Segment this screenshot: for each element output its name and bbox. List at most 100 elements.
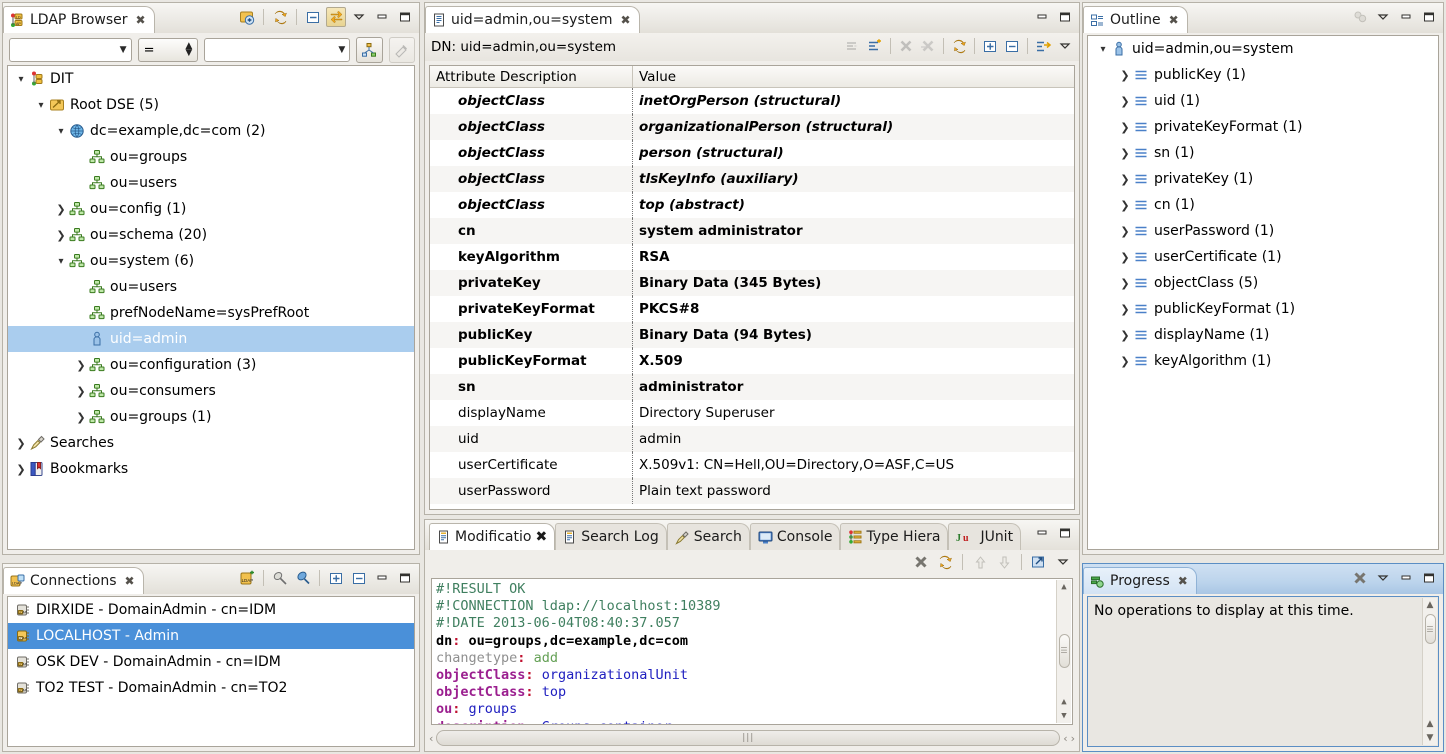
refresh-icon[interactable] [935,552,955,572]
ldif-log-text[interactable]: #!RESULT OK #!CONNECTION ldap://localhost… [431,578,1073,725]
table-row[interactable]: displayName Directory Superuser [430,400,1074,426]
filter-operator-spinner[interactable]: = ▲ ▼ [137,38,199,62]
chevron-right-icon[interactable] [14,463,28,476]
tab-ldap-browser[interactable]: LD AP LDAP Browser ✖ [3,6,155,33]
tree-item-ou-config-1[interactable]: ou=config (1) [8,196,414,222]
chevron-right-icon[interactable] [1118,95,1132,108]
close-icon[interactable]: ✖ [125,574,135,588]
chevron-right-icon[interactable] [1118,173,1132,186]
chevron-right-icon[interactable] [14,437,28,450]
tree-item-root-dse-5[interactable]: Root DSE (5) [8,92,414,118]
maximize-icon[interactable] [1055,523,1075,543]
tree-item-dc-example-dc-com-2[interactable]: dc=example,dc=com (2) [8,118,414,144]
tree-item-dit[interactable]: DIT [8,66,414,92]
table-row[interactable]: objectClass inetOrgPerson (structural) [430,88,1074,114]
collapse-all-icon[interactable] [1002,36,1022,56]
maximize-icon[interactable] [395,7,415,27]
chevron-right-icon[interactable] [1118,147,1132,160]
table-row[interactable]: publicKeyFormat X.509 [430,348,1074,374]
connect-icon[interactable] [293,568,313,588]
previous-icon[interactable] [970,552,990,572]
close-icon[interactable]: ✖ [535,529,547,545]
connection-item[interactable]: LDAP TO2 TEST - DomainAdmin - cn=TO2 [8,675,414,701]
scroll-up-step-icon[interactable]: ▲ [1061,695,1066,709]
minimize-icon[interactable] [1396,7,1416,27]
maximize-icon[interactable] [395,568,415,588]
sort-icon[interactable] [1033,36,1053,56]
chevron-right-icon[interactable] [1118,355,1132,368]
tab-search[interactable]: Search [666,523,750,550]
next-icon[interactable] [994,552,1014,572]
tree-item-ou-consumers[interactable]: ou=consumers [8,378,414,404]
hscroll-next-icon[interactable]: › [1071,732,1075,745]
table-row[interactable]: publicKey Binary Data (94 Bytes) [430,322,1074,348]
tree-item-ou-users[interactable]: ou=users [8,274,414,300]
chevron-down-icon[interactable] [34,100,48,111]
outline-tree[interactable]: uid=admin,ou=system publicKey (1) uid (1) p… [1087,35,1439,550]
table-row[interactable]: privateKey Binary Data (345 Bytes) [430,270,1074,296]
ldif-vertical-scrollbar[interactable]: ▲ ☰ ▲ ▼ [1056,580,1071,723]
chevron-down-icon[interactable] [1096,44,1110,55]
close-icon[interactable]: ✖ [1178,574,1188,588]
ldif-horizontal-scrollbar[interactable]: ‹ ||| ‹ › [429,728,1075,748]
hscroll-thumb[interactable]: ||| [436,730,1061,746]
collapse-all-icon[interactable] [303,7,323,27]
disconnect-icon[interactable] [270,568,290,588]
table-row[interactable]: objectClass top (abstract) [430,192,1074,218]
table-row[interactable]: privateKeyFormat PKCS#8 [430,296,1074,322]
table-row[interactable]: uid admin [430,426,1074,452]
new-value-icon[interactable] [843,36,863,56]
table-row[interactable]: objectClass person (structural) [430,140,1074,166]
table-row[interactable]: userCertificate X.509v1: CN=Hell,OU=Direc… [430,452,1074,478]
chevron-right-icon[interactable] [54,229,68,242]
collapse-all-icon[interactable] [349,568,369,588]
outline-item[interactable]: uid=admin,ou=system [1088,36,1438,62]
scrollbar-thumb[interactable]: ☰ [1058,634,1070,668]
hscroll-prev-icon[interactable]: ‹ [1063,732,1067,745]
scroll-up-step-icon[interactable]: ▲ [1427,717,1434,731]
scroll-up-icon[interactable]: ▲ [1061,580,1066,594]
minimize-icon[interactable] [372,7,392,27]
tab-entry-editor[interactable]: uid=admin,ou=system ✖ [425,6,640,33]
minimize-icon[interactable] [1396,568,1416,588]
scroll-up-icon[interactable]: ▲ [1427,598,1434,612]
close-icon[interactable]: ✖ [620,13,630,27]
dit-tree[interactable]: DIT Root DSE (5) dc=example,dc=com (2) ou=g… [7,65,415,550]
chevron-right-icon[interactable] [1118,303,1132,316]
tab-junit[interactable]: Ju JUnit [948,523,1022,550]
chevron-right-icon[interactable] [74,359,88,372]
chevron-down-icon[interactable] [54,256,68,267]
delete-attribute-icon[interactable] [918,36,938,56]
outline-item[interactable]: userPassword (1) [1088,218,1438,244]
minimize-icon[interactable] [1032,7,1052,27]
chevron-right-icon[interactable] [1118,121,1132,134]
chevron-down-icon[interactable] [14,74,28,85]
view-menu-icon[interactable] [1373,568,1393,588]
filter-attribute-combo[interactable]: ▼ [9,38,132,62]
chevron-right-icon[interactable] [1118,329,1132,342]
connection-item[interactable]: LDAP DIRXIDE - DomainAdmin - cn=IDM [8,597,414,623]
table-row[interactable]: keyAlgorithm RSA [430,244,1074,270]
new-attribute-icon[interactable] [865,36,885,56]
progress-vertical-scrollbar[interactable]: ▲ ☰ ▲ ▼ [1422,598,1437,745]
tree-item-uid-admin[interactable]: uid=admin [8,326,414,352]
maximize-icon[interactable] [1419,7,1439,27]
outline-item[interactable]: publicKeyFormat (1) [1088,296,1438,322]
minimize-icon[interactable] [1032,523,1052,543]
sort-icon[interactable] [1350,7,1370,27]
expand-all-icon[interactable] [326,568,346,588]
filter-value-combo[interactable]: ▼ [204,38,351,62]
table-row[interactable]: objectClass organizationalPerson (structu… [430,114,1074,140]
export-icon[interactable] [1029,552,1049,572]
clear-icon[interactable] [911,552,931,572]
tree-item-ou-schema-20[interactable]: ou=schema (20) [8,222,414,248]
scroll-down-icon[interactable]: ▼ [1427,731,1434,745]
table-row[interactable]: sn administrator [430,374,1074,400]
link-with-editor-icon[interactable] [326,7,346,27]
connections-list[interactable]: LDAP DIRXIDE - DomainAdmin - cn=IDM LDAP LO… [7,596,415,747]
maximize-icon[interactable] [1419,568,1439,588]
chevron-right-icon[interactable] [1118,69,1132,82]
tab-progress[interactable]: Progress ✖ [1083,567,1197,594]
tree-item-prefnodename-sysprefroot[interactable]: prefNodeName=sysPrefRoot [8,300,414,326]
outline-item[interactable]: publicKey (1) [1088,62,1438,88]
